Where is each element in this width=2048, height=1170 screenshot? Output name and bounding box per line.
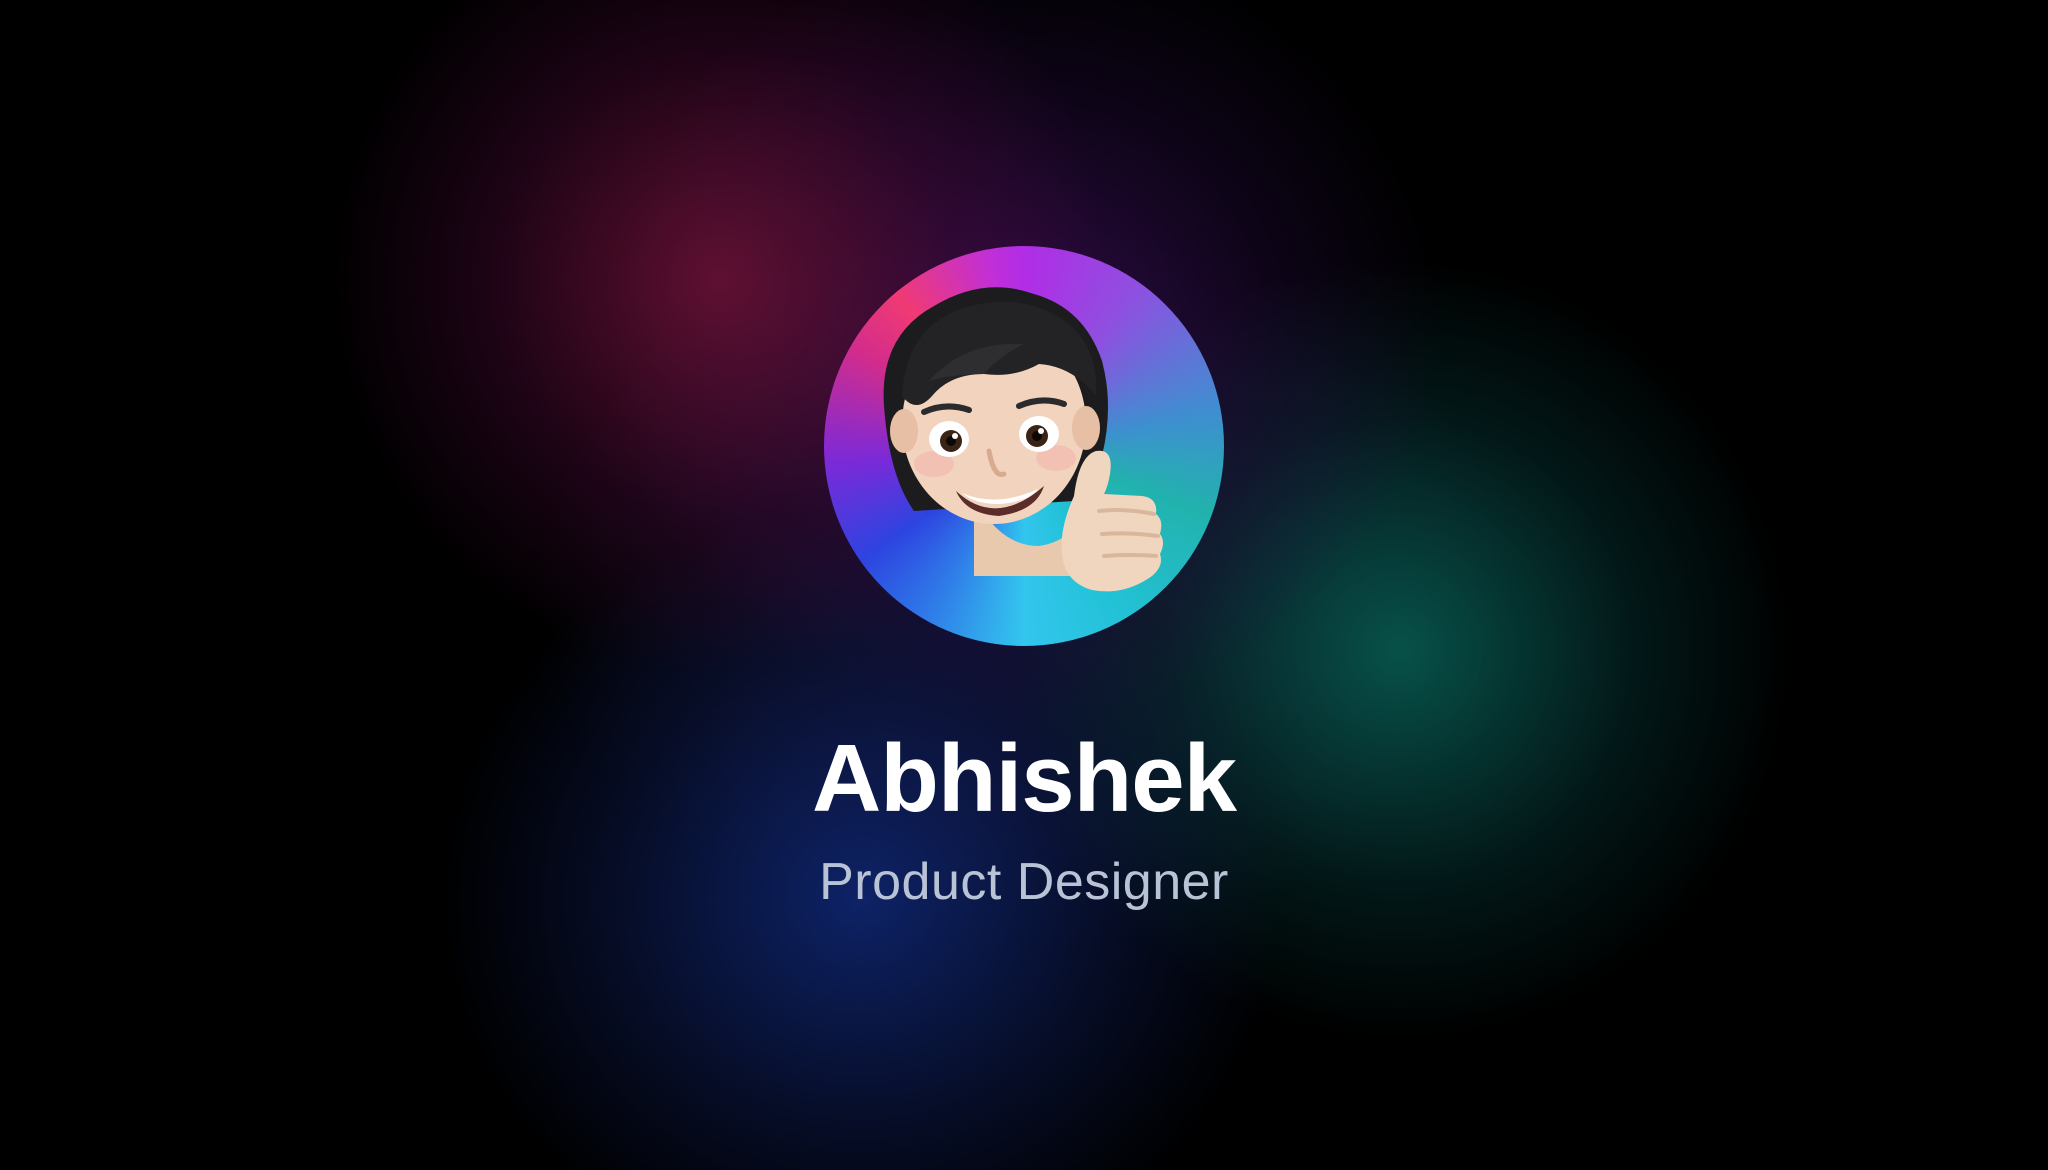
profile-role: Product Designer [819, 853, 1229, 911]
profile-name: Abhishek [811, 725, 1237, 832]
profile-splash: Abhishek Product Designer [0, 0, 2048, 1170]
avatar [824, 246, 1224, 646]
memoji-thumbs-up-icon [883, 287, 1163, 592]
